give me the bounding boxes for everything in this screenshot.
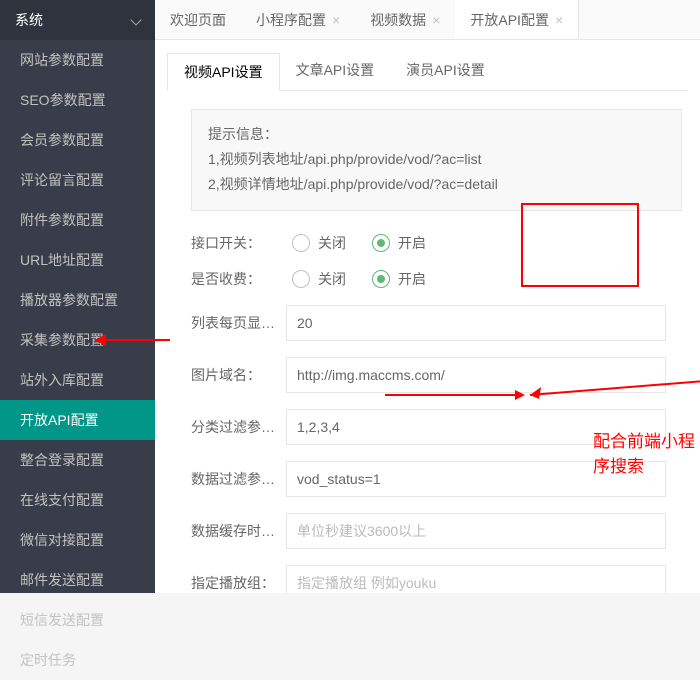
main: 欢迎页面小程序配置×视频数据×开放API配置× 视频API设置文章API设置演员… (155, 0, 700, 593)
subtab-item[interactable]: 视频API设置 (167, 53, 280, 91)
tab-item[interactable]: 欢迎页面 (155, 0, 241, 39)
close-icon[interactable]: × (555, 0, 563, 40)
content: 视频API设置文章API设置演员API设置 提示信息： 1,视频列表地址/api… (155, 40, 700, 593)
sidebar-item[interactable]: 站外入库配置 (0, 360, 155, 400)
subtabs: 视频API设置文章API设置演员API设置 (167, 52, 688, 91)
switch-off-radio[interactable]: 关闭 (292, 233, 346, 253)
subtab-item[interactable]: 文章API设置 (280, 52, 391, 90)
info-title: 提示信息： (208, 122, 665, 147)
charge-off-radio[interactable]: 关闭 (292, 269, 346, 289)
radio-icon (372, 270, 390, 288)
radio-icon (372, 234, 390, 252)
sidebar-item[interactable]: SEO参数配置 (0, 80, 155, 120)
imgdomain-input[interactable] (286, 357, 666, 393)
sidebar-item[interactable]: 微信对接配置 (0, 520, 155, 560)
sidebar-item[interactable]: 在线支付配置 (0, 480, 155, 520)
sidebar-item[interactable]: 定时任务 (0, 640, 155, 680)
tabs-top: 欢迎页面小程序配置×视频数据×开放API配置× (155, 0, 700, 40)
sidebar-header[interactable]: 系统 (0, 0, 155, 40)
close-icon[interactable]: × (332, 0, 340, 40)
sidebar-item[interactable]: 网站参数配置 (0, 40, 155, 80)
sidebar-item[interactable]: 采集参数配置 (0, 320, 155, 360)
datafilter-input[interactable] (286, 461, 666, 497)
sidebar-item[interactable]: 整合登录配置 (0, 440, 155, 480)
switch-radio-group: 关闭 开启 (286, 233, 688, 253)
tab-item[interactable]: 小程序配置× (241, 0, 355, 39)
info-line1: 1,视频列表地址/api.php/provide/vod/?ac=list (208, 147, 665, 172)
chevron-down-icon (130, 14, 141, 25)
charge-radio-group: 关闭 开启 (286, 269, 688, 289)
charge-on-radio[interactable]: 开启 (372, 269, 426, 289)
cache-input[interactable] (286, 513, 666, 549)
sidebar: 系统 网站参数配置SEO参数配置会员参数配置评论留言配置附件参数配置URL地址配… (0, 0, 155, 593)
sidebar-item[interactable]: 播放器参数配置 (0, 280, 155, 320)
info-box: 提示信息： 1,视频列表地址/api.php/provide/vod/?ac=l… (191, 109, 682, 211)
playgroup-label: 指定播放组： (191, 573, 286, 593)
sidebar-item[interactable]: 会员参数配置 (0, 120, 155, 160)
playgroup-input[interactable] (286, 565, 666, 593)
info-line2: 2,视频详情地址/api.php/provide/vod/?ac=detail (208, 172, 665, 197)
tab-item[interactable]: 开放API配置× (455, 0, 579, 39)
datafilter-label: 数据过滤参数： (191, 469, 286, 489)
close-icon[interactable]: × (432, 0, 440, 40)
subtab-item[interactable]: 演员API设置 (390, 52, 501, 90)
switch-label: 接口开关： (191, 233, 286, 253)
cache-label: 数据缓存时间： (191, 521, 286, 541)
sidebar-item[interactable]: 邮件发送配置 (0, 560, 155, 600)
sidebar-item[interactable]: 短信发送配置 (0, 600, 155, 640)
pagesize-label: 列表每页显示... (191, 313, 286, 333)
filter-label: 分类过滤参数： (191, 417, 286, 437)
sidebar-item[interactable]: 评论留言配置 (0, 160, 155, 200)
tab-item[interactable]: 视频数据× (355, 0, 455, 39)
radio-icon (292, 234, 310, 252)
sidebar-item[interactable]: URL地址配置 (0, 240, 155, 280)
sidebar-item[interactable]: 开放API配置 (0, 400, 155, 440)
filter-input[interactable] (286, 409, 666, 445)
radio-icon (292, 270, 310, 288)
charge-label: 是否收费： (191, 269, 286, 289)
switch-on-radio[interactable]: 开启 (372, 233, 426, 253)
sidebar-item[interactable]: 附件参数配置 (0, 200, 155, 240)
imgdomain-label: 图片域名： (191, 365, 286, 385)
pagesize-input[interactable] (286, 305, 666, 341)
sidebar-title: 系统 (15, 10, 43, 30)
